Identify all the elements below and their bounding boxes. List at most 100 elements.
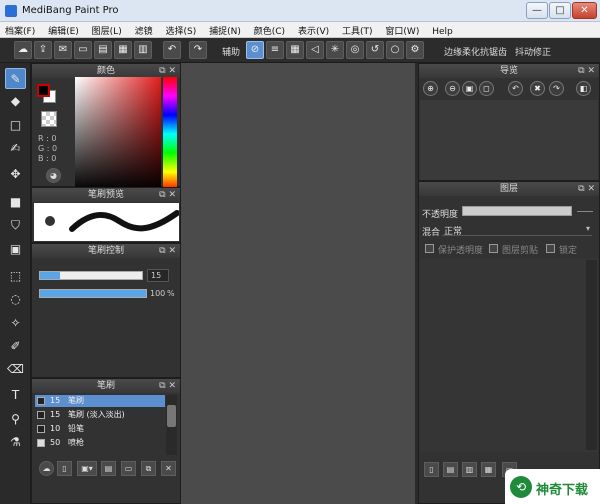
zoom-in-icon[interactable]: ⊕ — [423, 81, 438, 96]
snap-settings-icon[interactable]: ⚙ — [406, 41, 424, 59]
cloud-brush-icon[interactable]: ☁ — [39, 461, 54, 476]
comic-template-icon[interactable]: ▦ — [114, 41, 132, 59]
brush-document-icon[interactable]: ▤ — [101, 461, 116, 476]
fit-screen-icon[interactable]: ▣ — [462, 81, 477, 96]
color-panel-title: 颜色 — [96, 66, 115, 76]
menu-layer[interactable]: 图层(L) — [87, 22, 127, 37]
brush-item[interactable]: 15 笔刷 — [35, 395, 165, 407]
operation-tool-icon[interactable]: ⚲ — [5, 409, 26, 430]
saturation-value-picker[interactable] — [75, 77, 161, 191]
radial-snap-icon[interactable]: ✳ — [326, 41, 344, 59]
cloud-icon[interactable]: ☁ — [14, 41, 32, 59]
close-button[interactable]: ✕ — [572, 2, 597, 19]
new-8bit-layer-icon[interactable]: ▤ — [443, 462, 458, 477]
bucket-tool-icon[interactable]: ⛉ — [5, 215, 26, 236]
brush-size-value[interactable]: 15 — [147, 269, 169, 282]
menu-window[interactable]: 窗口(W) — [380, 22, 424, 37]
brush-folder-icon[interactable]: ▭ — [121, 461, 136, 476]
curve-snap-icon[interactable]: ↺ — [366, 41, 384, 59]
lasso-tool-icon[interactable]: ◌ — [5, 289, 26, 310]
clipping-checkbox[interactable] — [489, 244, 498, 253]
gradient-tool-icon[interactable]: ▣ — [5, 239, 26, 260]
magic-wand-tool-icon[interactable]: ✧ — [5, 313, 26, 334]
layer-opacity-value[interactable] — [577, 211, 593, 212]
menu-select[interactable]: 选择(S) — [160, 22, 201, 37]
concentric-snap-icon[interactable]: ◎ — [346, 41, 364, 59]
chat-icon[interactable]: ✉ — [54, 41, 72, 59]
circle-snap-icon[interactable]: ○ — [386, 41, 404, 59]
scrollbar-thumb[interactable] — [167, 405, 176, 427]
menu-color[interactable]: 颜色(C) — [249, 22, 290, 37]
brush-size-slider[interactable] — [39, 271, 143, 280]
new-1bit-layer-icon[interactable]: ▥ — [462, 462, 477, 477]
panel-float-close-icon[interactable]: ⧉ ✕ — [159, 244, 176, 258]
select-pen-tool-icon[interactable]: ✐ — [5, 336, 26, 357]
delete-brush-icon[interactable]: ✕ — [161, 461, 176, 476]
duplicate-brush-icon[interactable]: ⧉ — [141, 461, 156, 476]
brush-item[interactable]: 50 喷枪 — [35, 437, 165, 449]
document-icon[interactable]: ▤ — [94, 41, 112, 59]
palette-icon[interactable]: ◕ — [46, 168, 61, 183]
maximize-button[interactable]: □ — [549, 2, 571, 19]
no-snap-icon[interactable]: ⊘ — [246, 41, 264, 59]
pen-tool-icon[interactable]: ✍ — [5, 138, 26, 159]
panel-float-close-icon[interactable]: ⧉ ✕ — [578, 64, 595, 78]
hue-slider[interactable] — [163, 77, 177, 191]
menu-tools[interactable]: 工具(T) — [337, 22, 378, 37]
panel-float-close-icon[interactable]: ⧉ ✕ — [578, 182, 595, 196]
app-logo-icon — [5, 5, 17, 17]
panel-float-close-icon[interactable]: ⧉ ✕ — [159, 379, 176, 393]
menu-snap[interactable]: 捕捉(N) — [204, 22, 246, 37]
undo-icon[interactable]: ↶ — [163, 41, 181, 59]
move-tool-icon[interactable]: ✥ — [5, 164, 26, 185]
fill-rect-tool-icon[interactable]: ■ — [5, 192, 26, 213]
rotate-right-icon[interactable]: ↷ — [549, 81, 564, 96]
canvas-area[interactable] — [181, 63, 415, 504]
protect-alpha-checkbox[interactable] — [425, 244, 434, 253]
brush-tool-icon[interactable]: ✎ — [5, 68, 26, 89]
menu-filter[interactable]: 滤镜 — [130, 22, 158, 37]
select-eraser-tool-icon[interactable]: ⌫ — [5, 359, 26, 380]
panel-layout-icon[interactable]: ▥ — [134, 41, 152, 59]
antialias-label: 边缘柔化抗锯齿 — [444, 48, 508, 58]
zoom-out-icon[interactable]: ⊖ — [445, 81, 460, 96]
grid-snap-icon[interactable]: ▦ — [286, 41, 304, 59]
reset-rotation-icon[interactable]: ✖ — [530, 81, 545, 96]
blend-mode-select[interactable]: 正常 ▾ — [442, 223, 592, 237]
new-halftone-layer-icon[interactable]: ▦ — [481, 462, 496, 477]
brush-list-scrollbar[interactable] — [166, 395, 177, 455]
panel-float-close-icon[interactable]: ⧉ ✕ — [159, 64, 176, 78]
layer-list-scrollbar[interactable] — [586, 260, 597, 450]
menu-file[interactable]: 档案(F) — [0, 22, 40, 37]
flip-horizontal-icon[interactable]: ◧ — [576, 81, 591, 96]
brush-opacity-slider[interactable] — [39, 289, 147, 298]
eraser-tool-icon[interactable]: ◆ — [5, 91, 26, 112]
lock-checkbox[interactable] — [546, 244, 555, 253]
text-tool-icon[interactable]: T — [5, 385, 26, 406]
perspective-snap-icon[interactable]: ◁ — [306, 41, 324, 59]
panel-float-close-icon[interactable]: ⧉ ✕ — [159, 188, 176, 202]
menu-help[interactable]: Help — [427, 25, 458, 37]
select-rect-tool-icon[interactable]: ⬚ — [5, 266, 26, 287]
menu-edit[interactable]: 编辑(E) — [43, 22, 84, 37]
redo-icon[interactable]: ↷ — [189, 41, 207, 59]
eyedropper-tool-icon[interactable]: ⚗ — [5, 432, 26, 453]
brush-item[interactable]: 15 笔刷 (淡入淡出) — [35, 409, 165, 421]
menu-view[interactable]: 表示(V) — [293, 22, 334, 37]
brush-item[interactable]: 10 铅笔 — [35, 423, 165, 435]
rotate-left-icon[interactable]: ↶ — [508, 81, 523, 96]
actual-size-icon[interactable]: ◻ — [479, 81, 494, 96]
layer-opacity-slider[interactable] — [462, 206, 572, 216]
comment-icon[interactable]: ▭ — [74, 41, 92, 59]
upload-icon[interactable]: ⇪ — [34, 41, 52, 59]
new-brush-icon[interactable]: ▯ — [57, 461, 72, 476]
parallel-snap-icon[interactable]: ≡ — [266, 41, 284, 59]
brush-tip-dot — [45, 216, 55, 226]
minimize-button[interactable]: — — [526, 2, 548, 19]
brush-size: 15 — [50, 396, 61, 405]
transparent-color-swatch[interactable] — [41, 111, 57, 127]
rectangle-tool-icon[interactable]: □ — [5, 115, 26, 136]
add-brush-menu-icon[interactable]: ▣▾ — [77, 461, 97, 476]
new-layer-icon[interactable]: ▯ — [424, 462, 439, 477]
foreground-color-swatch[interactable] — [37, 84, 50, 97]
